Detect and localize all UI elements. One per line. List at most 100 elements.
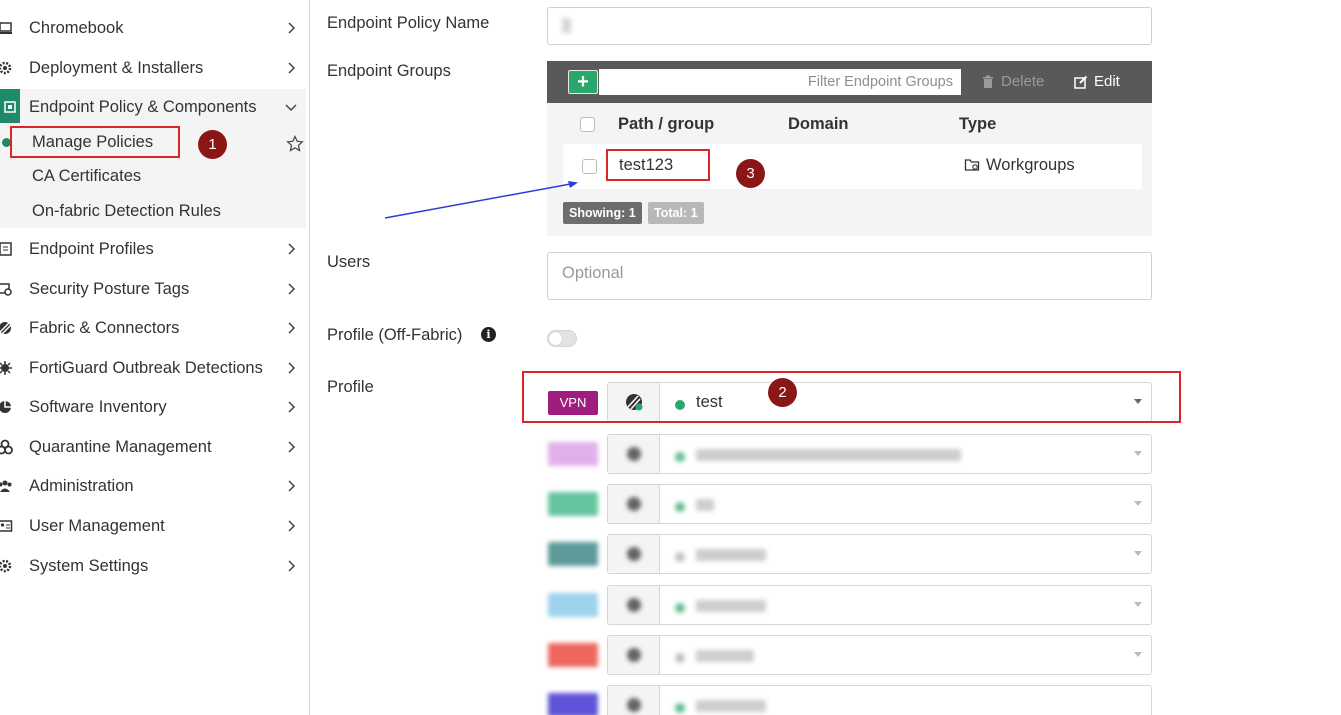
status-dot [675,603,685,613]
sidebar-item-label: Administration [29,476,134,495]
folder-icon [964,159,980,171]
sidebar-item-label: Endpoint Profiles [29,239,154,258]
profile-icon-box [608,485,660,523]
sidebar-item-system-settings[interactable]: System Settings [0,548,306,584]
profile-row[interactable] [547,434,1152,478]
redacted-profile-name [696,600,766,612]
profile-select[interactable] [607,484,1152,524]
profile-row[interactable] [547,534,1152,578]
sidebar-item-software-inventory[interactable]: Software Inventory [0,389,306,425]
sidebar-item-user-management[interactable]: User Management [0,508,306,544]
profile-icon-box [608,535,660,573]
dropdown-caret-icon [1134,399,1142,404]
profile-type-tag [548,593,598,617]
status-dot [675,400,685,410]
profile-select[interactable]: test [607,382,1152,422]
fabric-profile-icon [627,497,641,511]
profile-label: Profile [327,378,374,396]
profile-select[interactable] [607,635,1152,675]
edit-label: Edit [1094,73,1120,90]
chromebook-icon [0,19,14,37]
policy-name-input[interactable] [547,7,1152,45]
sidebar-subitem-manage-policies[interactable]: Manage Policies [32,133,153,152]
dropdown-caret-icon [1134,652,1142,657]
info-icon[interactable]: i [481,327,496,342]
star-icon[interactable] [286,135,304,153]
profile-offfabric-label: Profile (Off-Fabric) [327,326,463,344]
sidebar-item-fortiguard-outbreak[interactable]: FortiGuard Outbreak Detections [0,350,306,386]
profile-select[interactable] [607,534,1152,574]
table-row[interactable]: test123 Workgroups [563,144,1142,189]
users-label: Users [327,253,371,271]
sidebar-item-label: Endpoint Policy & Components [29,97,257,116]
sidebar-item-endpoint-policy[interactable]: Endpoint Policy & Components [0,89,306,125]
redacted-profile-name [696,700,766,712]
profile-select[interactable] [607,585,1152,625]
fabric-profile-icon [627,648,641,662]
toggle-knob [549,332,562,345]
redacted-profile-name [696,549,766,561]
filter-placeholder: Filter Endpoint Groups [807,74,953,90]
sidebar-subitem-on-fabric-rules[interactable]: On-fabric Detection Rules [32,202,221,221]
profile-row[interactable] [547,585,1152,629]
profile-select[interactable] [607,434,1152,474]
dropdown-caret-icon [1134,451,1142,456]
endpoint-groups-label: Endpoint Groups [327,62,451,80]
dropdown-caret-icon [1134,551,1142,556]
redacted-profile-name [696,449,961,461]
delete-button[interactable]: Delete [981,73,1044,90]
redacted-value [562,18,571,33]
endpoint-groups-panel: + Filter Endpoint Groups Delete Edit Pat… [547,61,1152,236]
sidebar-item-quarantine[interactable]: Quarantine Management [0,429,306,465]
group-type-cell: Workgroups [986,156,1075,174]
profile-row[interactable] [547,635,1152,679]
sidebar-item-label: Chromebook [29,18,124,37]
sidebar-item-label: Deployment & Installers [29,58,204,77]
filter-groups-input[interactable]: Filter Endpoint Groups [599,69,961,95]
users-input[interactable]: Optional [547,252,1152,300]
profile-type-tag [548,643,598,667]
profile-icon-box [608,636,660,674]
row-checkbox[interactable] [582,159,597,174]
sidebar-item-chromebook[interactable]: Chromebook [0,10,306,46]
policy-name-label: Endpoint Policy Name [327,14,490,32]
sidebar-item-deployment[interactable]: Deployment & Installers [0,50,306,86]
profile-row[interactable] [547,484,1152,528]
profile-offfabric-toggle[interactable] [547,330,577,347]
edit-button[interactable]: Edit [1074,73,1120,90]
chevron-right-icon [288,480,296,492]
select-all-checkbox[interactable] [580,117,595,132]
profile-icon-box [608,686,660,715]
sidebar-item-label: FortiGuard Outbreak Detections [29,358,263,377]
annotation-marker-2: 2 [768,378,797,407]
chevron-right-icon [288,401,296,413]
chevron-right-icon [288,243,296,255]
profile-row[interactable] [547,685,1152,715]
chevron-right-icon [288,62,296,74]
sidebar-subitem-ca-certificates[interactable]: CA Certificates [32,167,141,186]
add-group-button[interactable]: + [568,70,598,94]
active-indicator [2,138,11,147]
groups-toolbar: + Filter Endpoint Groups Delete Edit [547,61,1152,103]
sidebar-item-label: Quarantine Management [29,437,212,456]
status-dot [675,502,685,512]
sidebar-item-administration[interactable]: Administration [0,468,306,504]
chevron-right-icon [288,560,296,572]
profile-select[interactable] [607,685,1152,715]
sidebar-item-security-posture-tags[interactable]: Security Posture Tags [0,271,306,307]
chevron-right-icon [288,520,296,532]
chevron-right-icon [288,22,296,34]
redacted-profile-name [696,499,714,511]
chevron-right-icon [288,283,296,295]
fabric-profile-icon [626,394,643,411]
fabric-profile-icon [627,698,641,712]
profile-row-vpn[interactable]: VPN test [547,382,1152,426]
gear-icon [0,557,14,575]
profile-icon-box [608,586,660,624]
redacted-profile-name [696,650,754,662]
dropdown-caret-icon [1134,501,1142,506]
column-header-type: Type [959,115,997,133]
sidebar-item-endpoint-profiles[interactable]: Endpoint Profiles [0,231,306,267]
sidebar-item-fabric-connectors[interactable]: Fabric & Connectors [0,310,306,346]
submenu-endpoint-policy: Manage Policies CA Certificates On-fabri… [0,123,306,228]
